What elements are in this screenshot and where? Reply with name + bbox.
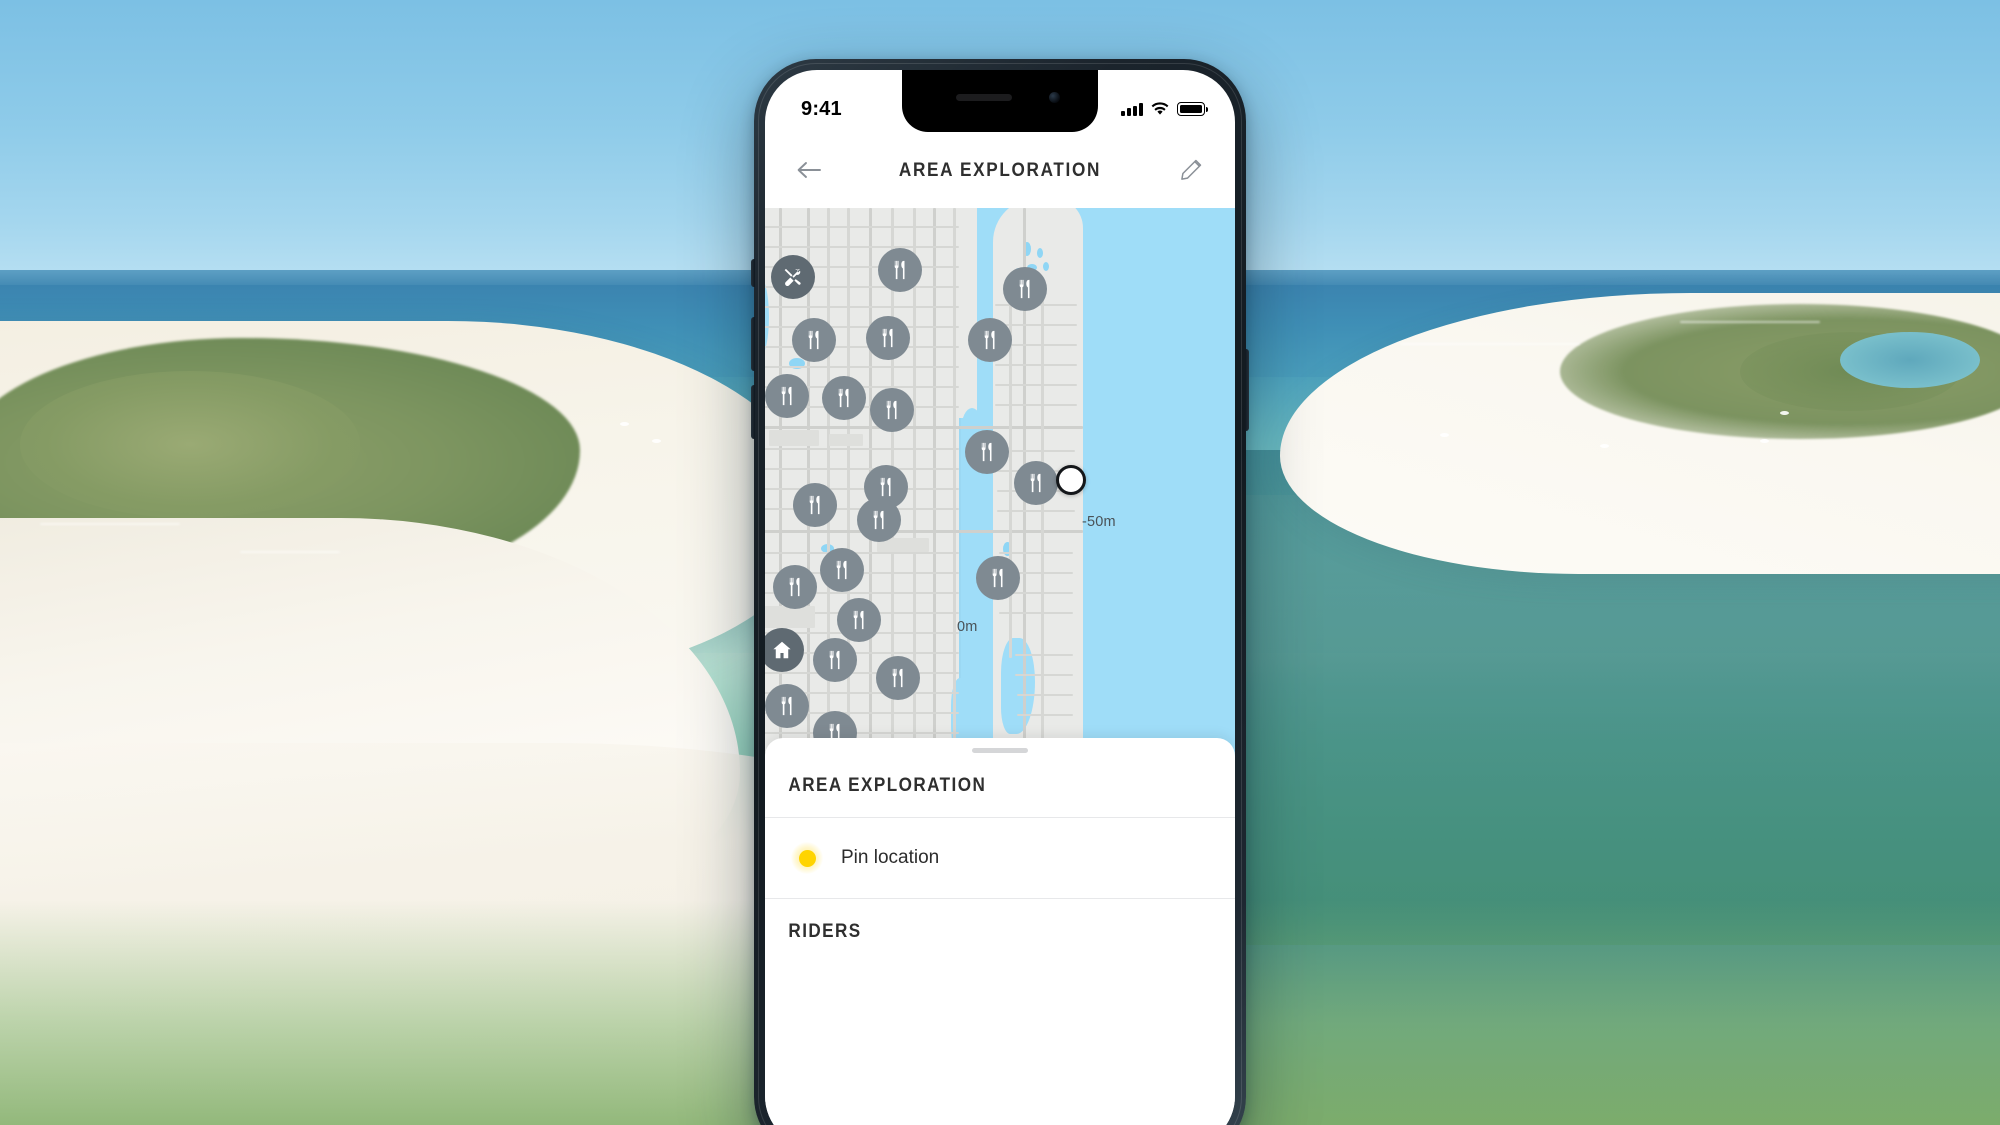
map-scale-label-top: -50m bbox=[1082, 514, 1116, 530]
phone-mockup: 9:41 AREA EXPLORATION -50m 0m AREA EXPLO… bbox=[751, 59, 1249, 1125]
sheet-section-title: AREA EXPLORATION bbox=[788, 775, 987, 796]
pencil-icon[interactable] bbox=[1171, 150, 1211, 190]
map-pin-restaurant-13[interactable] bbox=[857, 498, 901, 542]
yellow-dot-icon bbox=[791, 842, 823, 874]
wave bbox=[240, 551, 340, 554]
status-icons bbox=[1121, 102, 1208, 116]
notch bbox=[902, 70, 1098, 132]
map-pin-restaurant-16[interactable] bbox=[976, 556, 1020, 600]
map-canvas[interactable]: -50m 0m bbox=[765, 208, 1235, 760]
app-header: AREA EXPLORATION bbox=[765, 132, 1235, 208]
mute-switch[interactable] bbox=[751, 259, 755, 287]
wave bbox=[1400, 343, 1580, 346]
map-pin-restaurant-15[interactable] bbox=[773, 565, 817, 609]
map-pin-restaurant-7[interactable] bbox=[822, 376, 866, 420]
map-pond bbox=[1043, 262, 1049, 271]
wave bbox=[40, 523, 180, 526]
left-vegetation-2 bbox=[20, 371, 360, 518]
map-pin-restaurant-3[interactable] bbox=[792, 318, 836, 362]
phone-screen: 9:41 AREA EXPLORATION -50m 0m AREA EXPLO… bbox=[765, 70, 1235, 1125]
map-pin-restaurant-1[interactable] bbox=[878, 248, 922, 292]
page-title: AREA EXPLORATION bbox=[898, 158, 1102, 181]
list-item-pin-location[interactable]: Pin location bbox=[765, 818, 1235, 898]
front-camera bbox=[1049, 92, 1060, 103]
map-pin-tools-0[interactable] bbox=[771, 255, 815, 299]
boat bbox=[651, 438, 661, 443]
wave bbox=[1680, 320, 1820, 323]
map-pin-restaurant-12[interactable] bbox=[793, 483, 837, 527]
map-pin-restaurant-20[interactable] bbox=[876, 656, 920, 700]
map-pin-restaurant-8[interactable] bbox=[870, 388, 914, 432]
volume-down-button[interactable] bbox=[751, 385, 755, 439]
map-pin-restaurant-6[interactable] bbox=[765, 374, 809, 418]
map-pin-restaurant-4[interactable] bbox=[866, 316, 910, 360]
map-pin-restaurant-2[interactable] bbox=[1003, 267, 1047, 311]
map-pond bbox=[1037, 248, 1043, 258]
back-arrow-icon[interactable] bbox=[789, 150, 829, 190]
power-button[interactable] bbox=[1245, 349, 1249, 431]
boat bbox=[1760, 438, 1769, 443]
user-location-marker[interactable] bbox=[1056, 465, 1086, 495]
right-tidal-pool bbox=[1840, 331, 1980, 389]
map-pin-restaurant-14[interactable] bbox=[820, 548, 864, 592]
battery-icon bbox=[1177, 102, 1208, 116]
map-pin-restaurant-21[interactable] bbox=[765, 684, 809, 728]
wifi-icon bbox=[1151, 102, 1169, 115]
earpiece-speaker bbox=[956, 94, 1013, 101]
map-pin-restaurant-11[interactable] bbox=[1014, 461, 1058, 505]
map-pin-restaurant-5[interactable] bbox=[968, 318, 1012, 362]
list-item-label: Pin location bbox=[841, 847, 940, 868]
cellular-signal-icon bbox=[1121, 102, 1143, 116]
boat bbox=[620, 421, 629, 426]
boat bbox=[1780, 410, 1789, 415]
volume-up-button[interactable] bbox=[751, 317, 755, 371]
bottom-sheet[interactable]: AREA EXPLORATION Pin location RIDERS bbox=[765, 738, 1235, 1125]
map-pin-restaurant-17[interactable] bbox=[837, 598, 881, 642]
map-pin-restaurant-9[interactable] bbox=[965, 430, 1009, 474]
map-scale-label-bottom: 0m bbox=[957, 619, 978, 635]
map-pin-restaurant-19[interactable] bbox=[813, 638, 857, 682]
status-time: 9:41 bbox=[801, 97, 842, 120]
sheet-section-title-riders: RIDERS bbox=[788, 921, 862, 942]
